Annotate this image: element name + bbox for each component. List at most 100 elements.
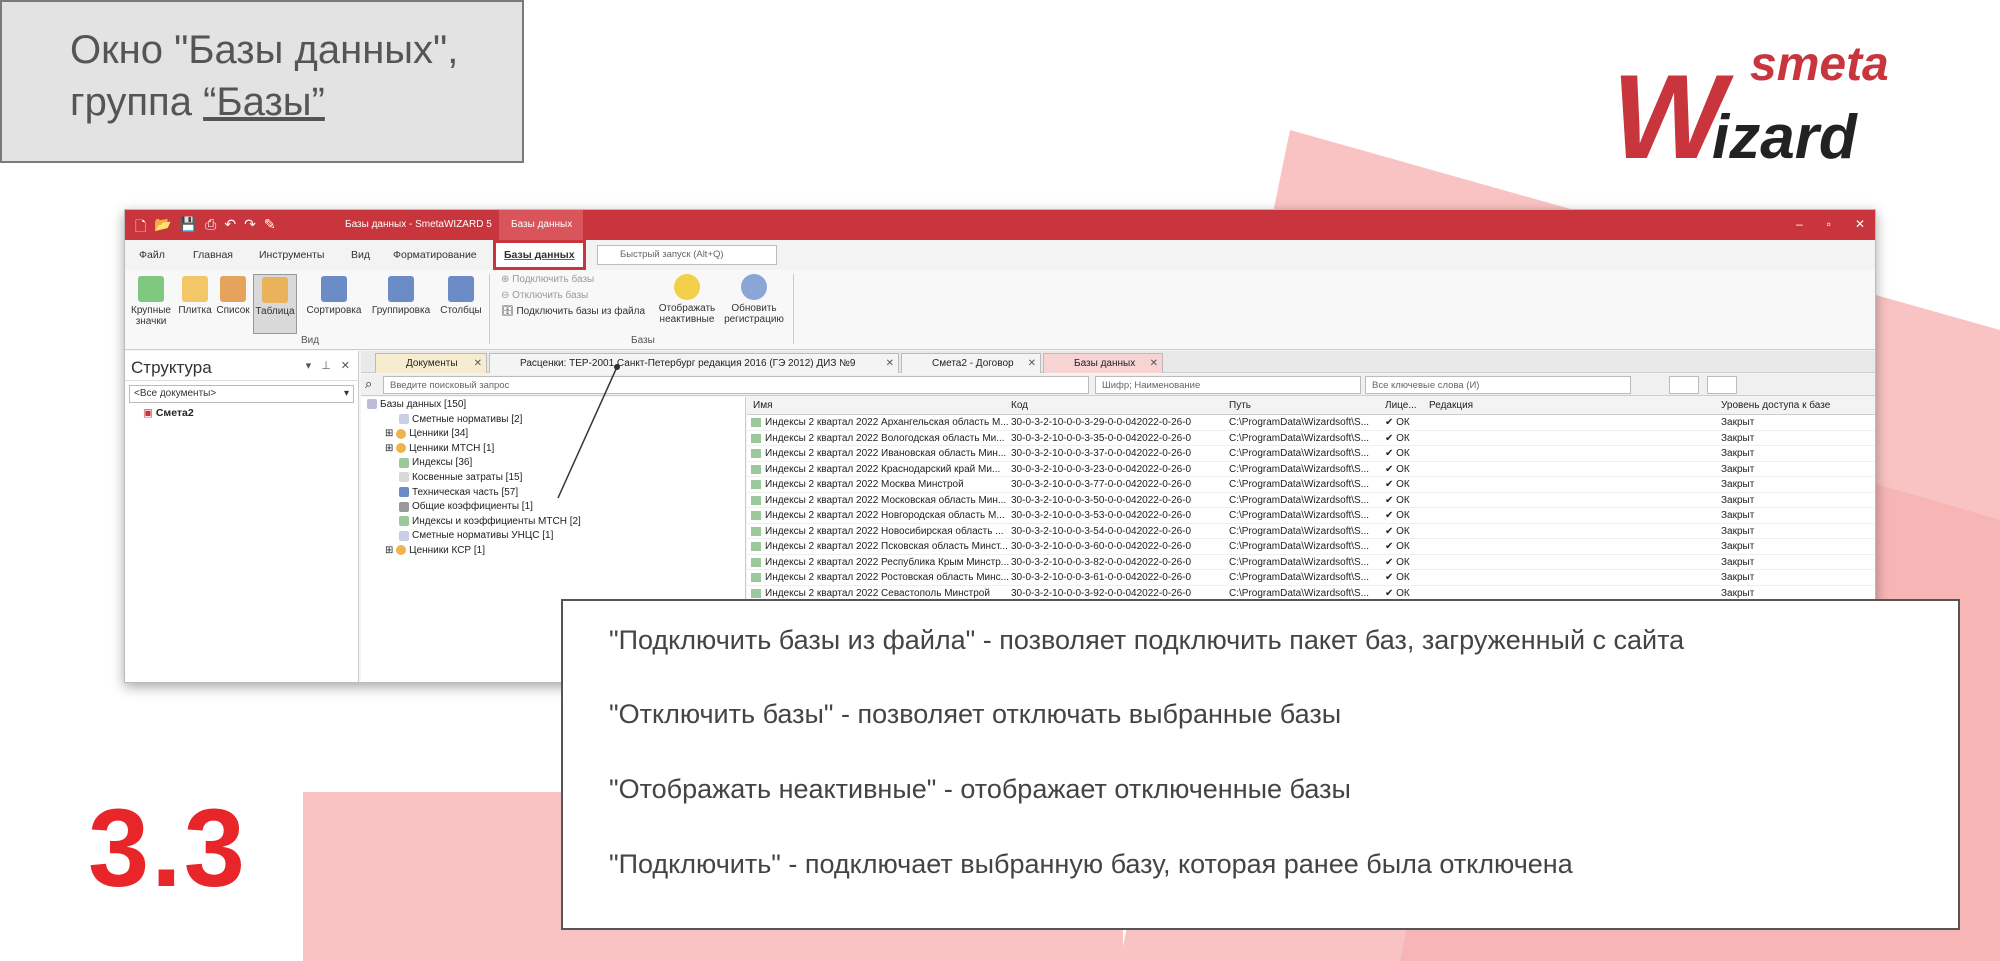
table-row[interactable]: Индексы 2 квартал 2022 Москва Минстрой 30… xyxy=(747,477,1875,493)
save-icon[interactable]: 💾 xyxy=(180,216,197,240)
new-document-icon[interactable]: 🗋 xyxy=(135,216,146,240)
refresh-registration-button[interactable]: Обновить регистрацию xyxy=(723,274,785,325)
tab-databases[interactable]: Базы данных ✕ xyxy=(1043,353,1163,373)
tab-close-icon[interactable]: ✕ xyxy=(474,358,482,369)
tree-item[interactable]: Индексы [36] xyxy=(361,457,745,472)
menu-databases[interactable]: Базы данных xyxy=(493,240,586,270)
tree-item[interactable]: Индексы и коэффициенты МТСН [2] xyxy=(361,516,745,531)
open-folder-icon[interactable]: 📂 xyxy=(154,216,171,240)
tree-root-label: Базы данных [150] xyxy=(380,399,467,410)
undo-icon[interactable]: ↶ xyxy=(224,216,236,240)
restore-button[interactable]: ▫ xyxy=(1827,217,1831,231)
tree-item[interactable]: ⊞ Ценники КСР [1] xyxy=(361,545,745,560)
estimate-icon: ▣ xyxy=(143,407,153,419)
tree-item[interactable]: ⊞ Ценники [34] xyxy=(361,428,745,443)
table-row[interactable]: Индексы 2 квартал 2022 Псковская область… xyxy=(747,539,1875,555)
search-fields-select[interactable]: Шифр; Наименование xyxy=(1095,376,1361,394)
columns-label: Столбцы xyxy=(440,305,482,316)
close-button[interactable]: ✕ xyxy=(1855,217,1865,231)
documents-filter-dropdown[interactable]: <Все документы> ▾ xyxy=(129,385,354,403)
menu-view[interactable]: Вид xyxy=(351,249,370,261)
columns-button[interactable]: Столбцы xyxy=(439,276,483,316)
connect-bases-button[interactable]: ⊕ Подключить базы xyxy=(501,274,594,285)
tree-root[interactable]: Базы данных [150] xyxy=(361,399,745,414)
quick-access-toolbar: 🗋 📂 💾 ⎙ ↶ ↷ ✎ xyxy=(135,216,276,240)
cell-lic: ✔ ОК xyxy=(1385,417,1410,428)
logo-top-text: smeta xyxy=(1750,38,1889,91)
slide-title-line1: Окно "Базы данных", xyxy=(70,28,459,72)
tab-close-icon[interactable]: ✕ xyxy=(886,358,894,369)
connect-from-file-button[interactable]: 🗄 Подключить базы из файла xyxy=(501,306,645,317)
cell-path: C:\ProgramData\Wizardsoft\S... xyxy=(1229,587,1370,599)
clipboard-button[interactable] xyxy=(1707,376,1737,394)
table-row[interactable]: Индексы 2 квартал 2022 Новосибирская обл… xyxy=(747,524,1875,539)
callout-line-4: "Подключить" - подключает выбранную базу… xyxy=(609,849,1573,879)
window-title: Базы данных - SmetaWIZARD 5 xyxy=(345,219,492,230)
cell-lic: ✔ ОК xyxy=(1385,510,1410,521)
chart-icon xyxy=(751,495,761,505)
column-code[interactable]: Код xyxy=(1011,400,1028,411)
tab-documents[interactable]: Документы ✕ xyxy=(375,353,487,373)
cell-path: C:\ProgramData\Wizardsoft\S... xyxy=(1229,510,1370,521)
sort-button[interactable]: Сортировка xyxy=(305,276,363,316)
table-row[interactable]: Индексы 2 квартал 2022 Краснодарский кра… xyxy=(747,462,1875,477)
quick-launch-input[interactable]: Быстрый запуск (Alt+Q) xyxy=(597,245,777,265)
disconnect-bases-label: Отключить базы xyxy=(512,290,589,301)
tab-close-icon[interactable]: ✕ xyxy=(1150,358,1158,369)
structure-tree-item[interactable]: ▣ Смета2 xyxy=(125,407,358,419)
menu-tools[interactable]: Инструменты xyxy=(259,249,324,261)
table-row[interactable]: Индексы 2 квартал 2022 Ивановская област… xyxy=(747,446,1875,462)
table-row[interactable]: Индексы 2 квартал 2022 Московская област… xyxy=(747,493,1875,508)
minimize-button[interactable]: – xyxy=(1796,217,1803,231)
search-query-input[interactable]: Введите поисковый запрос xyxy=(383,376,1089,394)
table-row[interactable]: Индексы 2 квартал 2022 Вологодская облас… xyxy=(747,431,1875,446)
column-name[interactable]: Имя xyxy=(753,400,772,411)
pin-icon[interactable]: ⊥ xyxy=(321,359,331,372)
database-icon xyxy=(367,399,377,410)
tab-documents-label: Документы xyxy=(406,358,458,369)
table-row[interactable]: Индексы 2 квартал 2022 Архангельская обл… xyxy=(747,415,1875,431)
chevron-down-icon: ▾ xyxy=(343,388,349,399)
tree-item[interactable]: Техническая часть [57] xyxy=(361,487,745,502)
chart-icon xyxy=(399,516,409,527)
brush-icon[interactable]: ✎ xyxy=(264,216,276,240)
tree-item[interactable]: Сметные нормативы УНЦС [1] xyxy=(361,530,745,545)
tab-estimate[interactable]: Смета2 - Договор ✕ xyxy=(901,353,1041,373)
table-button[interactable]: Таблица xyxy=(253,274,297,334)
tab-close-icon[interactable]: ✕ xyxy=(1028,358,1036,369)
panel-dropdown-icon[interactable]: ▾ xyxy=(306,359,312,372)
chart-icon xyxy=(751,542,761,551)
tile-button[interactable]: Плитка xyxy=(177,276,213,316)
show-inactive-button[interactable]: Отображать неактивные xyxy=(655,274,719,325)
cell-code: 30-0-3-2-10-0-0-3-61-0-0-042022-0-26-0 xyxy=(1011,572,1192,583)
document-tabs: Документы ✕ Расценки: ТЕР-2001 Санкт-Пете… xyxy=(361,351,1875,373)
tab-databases-label: Базы данных xyxy=(1074,358,1136,369)
list-button[interactable]: Список xyxy=(215,276,251,316)
table-row[interactable]: Индексы 2 квартал 2022 Республика Крым М… xyxy=(747,555,1875,570)
tab-rates[interactable]: Расценки: ТЕР-2001 Санкт-Петербург редак… xyxy=(489,353,899,373)
panel-close-icon[interactable]: ✕ xyxy=(341,359,350,372)
tree-item[interactable]: ⊞ Ценники МТСН [1] xyxy=(361,443,745,458)
menu-file[interactable]: Файл xyxy=(139,249,165,261)
column-path[interactable]: Путь xyxy=(1229,400,1251,411)
tree-item[interactable]: Сметные нормативы [2] xyxy=(361,414,745,429)
menu-format[interactable]: Форматирование xyxy=(393,249,477,261)
large-icons-button[interactable]: Крупные значки xyxy=(131,276,171,327)
redo-icon[interactable]: ↷ xyxy=(244,216,256,240)
column-edition[interactable]: Редакция xyxy=(1429,400,1473,411)
grouping-button[interactable]: Группировка xyxy=(369,276,433,316)
filter-button[interactable] xyxy=(1669,376,1699,394)
disconnect-bases-button[interactable]: ⊖ Отключить базы xyxy=(501,290,588,301)
tree-item[interactable]: Косвенные затраты [15] xyxy=(361,472,745,487)
chart-icon xyxy=(751,588,761,598)
print-icon[interactable]: ⎙ xyxy=(205,216,216,240)
column-license[interactable]: Лице... xyxy=(1385,400,1417,411)
table-row[interactable]: Индексы 2 квартал 2022 Ростовская област… xyxy=(747,570,1875,586)
cell-path: C:\ProgramData\Wizardsoft\S... xyxy=(1229,494,1370,506)
keywords-mode-select[interactable]: Все ключевые слова (И) xyxy=(1365,376,1631,394)
column-access[interactable]: Уровень доступа к базе xyxy=(1721,400,1830,411)
structure-panel-header: Структура ▾ ⊥ ✕ xyxy=(125,351,358,381)
menu-home[interactable]: Главная xyxy=(193,249,233,261)
tree-item[interactable]: Общие коэффициенты [1] xyxy=(361,501,745,516)
table-row[interactable]: Индексы 2 квартал 2022 Новгородская обла… xyxy=(747,508,1875,524)
